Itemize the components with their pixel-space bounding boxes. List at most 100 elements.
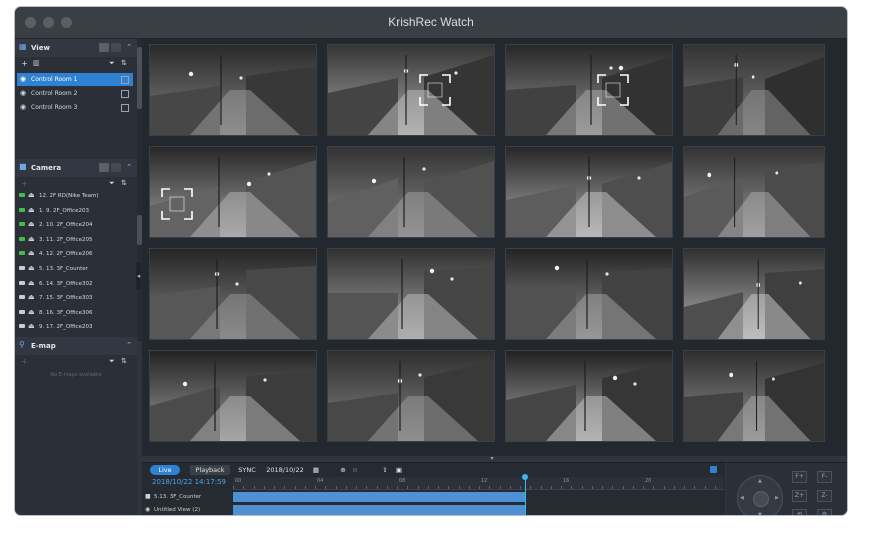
view-options-icon[interactable] — [121, 104, 129, 112]
focus-far-button[interactable]: F- — [817, 471, 832, 483]
view-options-icon[interactable] — [121, 90, 129, 98]
camera-device-icon: ⏏ — [28, 249, 35, 258]
zoom-out-icon[interactable]: ⊖ — [350, 465, 360, 475]
timeline-track[interactable]: ■ 5.13. 3F_Counter — [142, 491, 725, 503]
time-tick — [622, 486, 624, 489]
ptz-panel: ▲ ▼ ◀ ▶ F+ F- Z+ Z- ⟲ ⚙ — [726, 462, 847, 515]
camera-list-item[interactable]: ⏏ 5. 13. 3F_Counter — [19, 262, 133, 276]
add-icon[interactable]: + — [21, 179, 28, 188]
arrow-left-icon[interactable]: ◀ — [740, 495, 744, 501]
view-list-icon[interactable] — [111, 43, 121, 52]
camera-tile[interactable] — [683, 248, 825, 340]
camera-tile[interactable] — [683, 350, 825, 442]
recording-segment[interactable] — [233, 492, 526, 502]
time-ruler[interactable]: 00 04 08 12 16 20 — [233, 477, 724, 490]
timeline-track[interactable]: ◉ Untitled View (2) — [142, 504, 725, 515]
arrow-up-icon[interactable]: ▲ — [758, 478, 762, 484]
camera-tile[interactable] — [505, 248, 673, 340]
ptz-joystick[interactable]: ▲ ▼ ◀ ▶ — [737, 475, 783, 515]
arrow-down-icon[interactable]: ▼ — [758, 512, 762, 515]
time-tick — [253, 486, 255, 489]
emap-section-header[interactable]: ⚲ E-map ⌃ — [15, 337, 137, 355]
camera-feed — [328, 147, 494, 237]
camera-list-item[interactable]: ⏏ 4. 12. 2F_Office206 — [19, 247, 133, 261]
camera-tile[interactable] — [149, 248, 317, 340]
snapshot-icon[interactable]: ▣ — [394, 465, 404, 475]
camera-tile[interactable] — [505, 146, 673, 238]
camera-tile[interactable] — [327, 146, 495, 238]
eye-icon: ◉ — [20, 103, 27, 111]
camera-tile[interactable] — [327, 248, 495, 340]
camera-tile[interactable] — [505, 44, 673, 136]
ptz-joystick-knob[interactable] — [753, 491, 769, 507]
calendar-icon[interactable]: ▦ — [311, 465, 321, 475]
camera-tile[interactable] — [149, 350, 317, 442]
camera-tile[interactable] — [505, 350, 673, 442]
camera-tile[interactable] — [327, 44, 495, 136]
camera-list-item[interactable]: ⏏ 9. 17. 2F_Office203 — [19, 320, 133, 334]
chevron-up-icon[interactable]: ⌃ — [126, 43, 132, 51]
add-icon[interactable]: + — [21, 59, 28, 68]
timeline-cursor[interactable] — [525, 476, 526, 515]
zoom-in-button[interactable]: Z+ — [792, 490, 807, 502]
layout-icon[interactable]: ▥ — [33, 59, 40, 67]
camera-tile[interactable] — [683, 146, 825, 238]
arrow-right-icon[interactable]: ▶ — [775, 495, 779, 501]
app-window: KrishRec Watch ▦ View ⌃ + ▥ ⏷ ⇅ ◉ Control… — [15, 7, 847, 515]
camera-feed — [328, 45, 494, 135]
playback-button[interactable]: Playback — [190, 465, 230, 475]
sort-icon[interactable]: ⇅ — [121, 357, 127, 365]
sort-icon[interactable]: ⇅ — [121, 179, 127, 187]
live-button[interactable]: Live — [150, 465, 180, 475]
camera-list-item[interactable]: ⏏ 8. 16. 3F_Office306 — [19, 306, 133, 320]
view-section-header[interactable]: ▦ View ⌃ — [15, 39, 137, 57]
focus-near-button[interactable]: F+ — [792, 471, 807, 483]
chevron-up-icon[interactable]: ⌃ — [126, 163, 132, 171]
camera-list-item[interactable]: ⏏ 7. 15. 3F_Office303 — [19, 291, 133, 305]
ptz-settings-button[interactable]: ⚙ — [817, 509, 832, 515]
camera-list-item[interactable]: ⏏ 2. 10. 2F_Office204 — [19, 218, 133, 232]
camera-list-item[interactable]: ⏏ 1. 9. 2F_Office203 — [19, 204, 133, 218]
camera-tile[interactable] — [683, 44, 825, 136]
view-layout-icon[interactable] — [99, 43, 109, 52]
recording-segment[interactable] — [233, 505, 526, 515]
camera-list-item[interactable]: ⏏ 6. 14. 3F_Office302 — [19, 277, 133, 291]
camera-feed — [506, 351, 672, 441]
camera-list-item[interactable]: ⏏ 3. 11. 2F_Office205 — [19, 233, 133, 247]
filter-icon[interactable]: ⏷ — [109, 179, 115, 188]
camera-tile[interactable] — [149, 146, 317, 238]
time-tick — [499, 486, 501, 489]
camera-tile[interactable] — [149, 44, 317, 136]
camera-tile[interactable] — [327, 350, 495, 442]
camera-section-header[interactable]: ■ Camera ⌃ — [15, 159, 137, 177]
filter-icon[interactable]: ⏷ — [109, 59, 115, 68]
view-list-item[interactable]: ◉ Control Room 1 — [17, 73, 133, 86]
view-options-icon[interactable] — [121, 76, 129, 84]
view-list-item[interactable]: ◉ Control Room 3 — [17, 101, 133, 114]
add-icon[interactable]: + — [21, 357, 28, 366]
time-tick — [448, 486, 450, 489]
filter-icon[interactable]: ⏷ — [109, 357, 115, 366]
time-tick — [315, 486, 316, 489]
sync-button[interactable]: SYNC — [236, 465, 258, 475]
timeline-cursor-handle[interactable] — [522, 474, 528, 480]
chevron-up-icon[interactable]: ⌃ — [126, 341, 132, 349]
camera-list-icon[interactable] — [111, 163, 121, 172]
sort-icon[interactable]: ⇅ — [121, 59, 127, 67]
camera-list-item[interactable]: ⏏ 12. 2F RD(Nike Team) — [19, 189, 133, 203]
zoom-in-icon[interactable]: ⊕ — [338, 465, 348, 475]
time-tick — [571, 486, 573, 489]
camera-device-icon: ⏏ — [28, 205, 35, 214]
preset-button[interactable]: ⟲ — [792, 509, 807, 515]
time-tick — [714, 486, 716, 489]
camera-grid-icon[interactable] — [99, 163, 109, 172]
zoom-out-button[interactable]: Z- — [817, 490, 832, 502]
sidebar-collapse-handle[interactable]: ◂ — [136, 263, 141, 289]
sidebar: ▦ View ⌃ + ▥ ⏷ ⇅ ◉ Control Room 1 ◉ Control… — [15, 39, 137, 515]
timeline-settings-icon[interactable] — [710, 466, 717, 473]
view-list-item[interactable]: ◉ Control Room 2 — [17, 87, 133, 100]
time-tick — [653, 486, 655, 489]
export-icon[interactable]: ⇪ — [380, 465, 390, 475]
camera-section-title: Camera — [31, 164, 62, 172]
camera-device-icon: ⏏ — [28, 234, 35, 243]
